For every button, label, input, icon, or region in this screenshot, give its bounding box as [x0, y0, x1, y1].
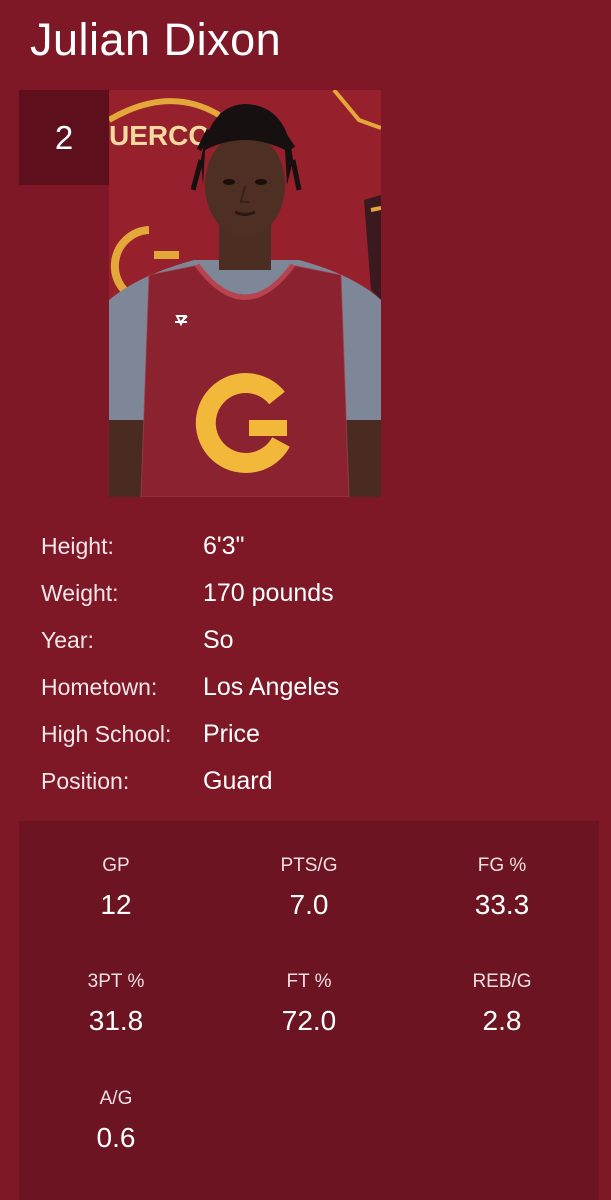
info-row-hometown: Hometown: Los Angeles	[41, 664, 561, 711]
stat-fg-percent: FG % 33.3	[407, 853, 597, 921]
stat-value: 2.8	[482, 1005, 522, 1036]
stat-value: 72.0	[281, 1005, 337, 1036]
player-name: Julian Dixon	[30, 14, 282, 65]
stat-value: 33.3	[474, 889, 530, 920]
info-label: High School:	[41, 721, 172, 747]
stat-label: A/G	[99, 1088, 133, 1109]
info-label: Hometown:	[41, 674, 158, 700]
info-value: 6'3"	[203, 532, 245, 560]
stat-value: 31.8	[88, 1005, 144, 1036]
info-row-height: Height: 6'3"	[41, 523, 561, 570]
stat-gp: GP 12	[21, 853, 211, 921]
info-row-year: Year: So	[41, 617, 561, 664]
info-value: So	[203, 626, 234, 654]
info-label: Year:	[41, 627, 94, 653]
stat-label: 3PT %	[87, 971, 145, 992]
stat-label: FG %	[477, 855, 527, 876]
info-row-position: Position: Guard	[41, 758, 561, 805]
info-label: Weight:	[41, 580, 119, 606]
stats-panel: GP 12 PTS/G 7.0 FG % 33.3 3PT % 31.8 FT …	[19, 821, 599, 1200]
stat-value: 12	[100, 889, 132, 920]
stat-label: PTS/G	[280, 855, 338, 876]
info-label: Height:	[41, 533, 114, 559]
stat-label: FT %	[286, 971, 332, 992]
jersey-number-badge: 2	[19, 90, 109, 185]
info-value: 170 pounds	[203, 579, 334, 607]
stat-3pt-percent: 3PT % 31.8	[21, 969, 211, 1037]
player-photo: UERCO	[109, 90, 381, 497]
info-value: Guard	[203, 767, 273, 795]
stat-value: 0.6	[96, 1122, 136, 1153]
jersey-number: 2	[54, 118, 74, 156]
info-value: Los Angeles	[203, 673, 340, 701]
info-value: Price	[203, 720, 260, 748]
backdrop-letters: UERCO	[109, 120, 210, 151]
stat-assists-per-game: A/G 0.6	[21, 1086, 211, 1154]
player-info-table: Height: 6'3" Weight: 170 pounds Year: So…	[41, 523, 561, 805]
stat-ft-percent: FT % 72.0	[214, 969, 404, 1037]
stat-reb-per-game: REB/G 2.8	[407, 969, 597, 1037]
info-row-high-school: High School: Price	[41, 711, 561, 758]
stat-label: GP	[102, 855, 130, 876]
stat-label: REB/G	[472, 971, 532, 992]
stat-value: 7.0	[289, 889, 329, 920]
info-label: Position:	[41, 768, 130, 794]
stat-pts-per-game: PTS/G 7.0	[214, 853, 404, 921]
info-row-weight: Weight: 170 pounds	[41, 570, 561, 617]
player-profile-page: Julian Dixon 2 UERCO Height: 6'3" Weight…	[0, 0, 611, 1200]
